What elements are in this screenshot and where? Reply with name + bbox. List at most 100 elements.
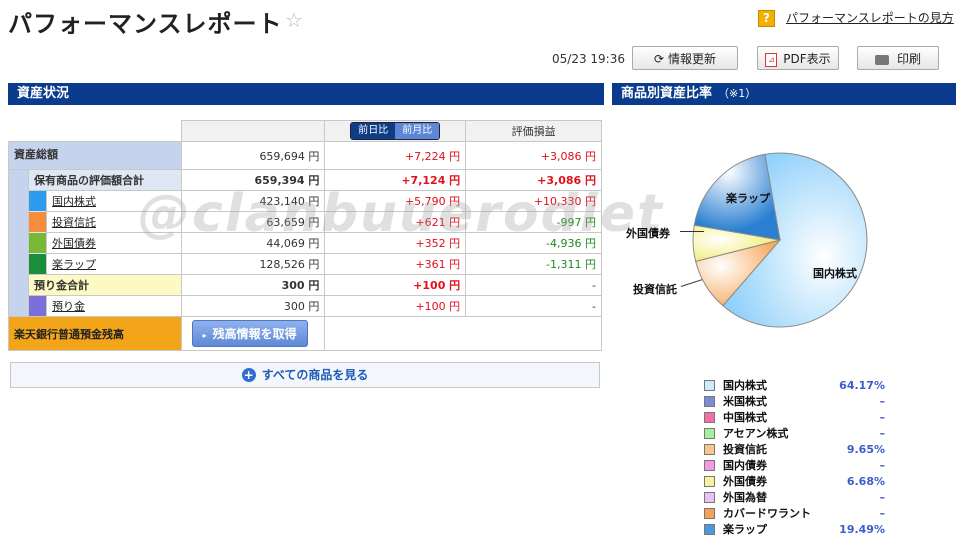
deposit-total-value: 300 円 bbox=[180, 274, 326, 296]
pie-label: 国内株式 bbox=[813, 267, 857, 280]
legend-swatch bbox=[704, 395, 715, 407]
legend-item: 投資信託 9.65% bbox=[704, 441, 885, 457]
legend-swatch bbox=[704, 507, 715, 519]
legend-item: 楽ラップ 19.49% bbox=[704, 521, 885, 537]
pdf-button[interactable]: ⊿ PDF表示 bbox=[757, 46, 839, 70]
change-tabs: 前日比 前月比 bbox=[324, 120, 467, 142]
color-swatch bbox=[28, 296, 46, 316]
legend-name: カバードワラント bbox=[723, 507, 811, 520]
plus-icon: + bbox=[241, 368, 256, 382]
legend-value: – bbox=[879, 394, 886, 408]
legend-value: – bbox=[879, 490, 886, 504]
asset-status-header: 資産状況 bbox=[8, 83, 604, 105]
legend-item: 米国株式 – bbox=[704, 393, 885, 409]
legend-item: アセアン株式 – bbox=[704, 425, 885, 441]
table-row-total: 資産総額 659,694 円 +7,224 円 +3,086 円 bbox=[8, 141, 602, 170]
help-link[interactable]: パフォーマンスレポートの見方 bbox=[786, 9, 954, 26]
pdf-label: PDF表示 bbox=[783, 52, 831, 66]
legend-swatch bbox=[704, 427, 715, 439]
deposit-value: 300 円 bbox=[180, 295, 326, 317]
legend-name: アセアン株式 bbox=[723, 427, 789, 440]
deposit-link[interactable]: 預り金 bbox=[52, 300, 85, 313]
legend-value: 64.17% bbox=[839, 378, 885, 392]
legend-item: 中国株式 – bbox=[704, 409, 885, 425]
legend-swatch bbox=[704, 459, 715, 471]
holding-link[interactable]: 外国債券 bbox=[52, 237, 96, 250]
color-swatch bbox=[28, 253, 46, 274]
legend-name: 外国債券 bbox=[723, 475, 767, 488]
holding-value: 128,526 円 bbox=[180, 253, 326, 275]
legend-name: 米国株式 bbox=[723, 395, 767, 408]
legend-item: 外国債券 6.68% bbox=[704, 473, 885, 489]
legend-name: 中国株式 bbox=[723, 411, 767, 424]
tab-month-change[interactable]: 前月比 bbox=[395, 123, 440, 139]
total-change: +7,224 円 bbox=[324, 141, 467, 170]
deposit-gain: - bbox=[465, 295, 602, 317]
legend-item: 国内株式 64.17% bbox=[704, 377, 885, 393]
holding-link[interactable]: 楽ラップ bbox=[52, 258, 96, 271]
refresh-button[interactable]: ⟳ 情報更新 bbox=[632, 46, 738, 70]
total-label: 資産総額 bbox=[8, 141, 182, 170]
refresh-icon: ⟳ bbox=[653, 52, 665, 66]
watermark: @clanbuuerodiet bbox=[138, 184, 664, 244]
color-swatch bbox=[28, 191, 46, 212]
see-all-label: すべての商品を見る bbox=[261, 368, 369, 382]
legend-item: カバードワラント – bbox=[704, 505, 885, 521]
pie-label: 投資信託 bbox=[633, 283, 677, 296]
get-balance-label: 残高情報を取得 bbox=[212, 327, 297, 341]
pdf-icon: ⊿ bbox=[765, 52, 778, 67]
holding-link[interactable]: 国内株式 bbox=[52, 195, 96, 208]
total-value: 659,694 円 bbox=[180, 141, 326, 170]
color-swatch bbox=[28, 233, 46, 253]
legend-swatch bbox=[704, 411, 715, 423]
pie-label: 楽ラップ bbox=[726, 192, 770, 205]
legend-value: – bbox=[879, 458, 886, 472]
legend-value: – bbox=[879, 410, 886, 424]
bank-label: 楽天銀行普通預金残高 bbox=[8, 316, 182, 351]
asset-ratio-note: （※1） bbox=[718, 87, 757, 100]
legend-value: – bbox=[879, 426, 886, 440]
see-all-products-button[interactable]: + すべての商品を見る bbox=[10, 362, 600, 388]
caret-right-icon: ▸ bbox=[202, 331, 207, 340]
legend-value: 19.49% bbox=[839, 522, 885, 536]
holding-gain: -1,311 円 bbox=[465, 253, 602, 275]
deposit-total-change: +100 円 bbox=[324, 274, 467, 296]
value-header bbox=[180, 120, 326, 142]
color-swatch bbox=[28, 212, 46, 232]
legend-name: 外国為替 bbox=[723, 491, 767, 504]
legend-item: 外国為替 – bbox=[704, 489, 885, 505]
legend-swatch bbox=[704, 475, 715, 487]
refresh-label: 情報更新 bbox=[668, 52, 717, 66]
print-button[interactable]: 印刷 bbox=[857, 46, 939, 70]
legend-swatch bbox=[704, 523, 715, 535]
help-icon[interactable]: ? bbox=[758, 10, 775, 27]
table-row-bank: 楽天銀行普通預金残高 ▸ 残高情報を取得 bbox=[8, 316, 602, 351]
timestamp: 05/23 19:36 bbox=[552, 52, 625, 66]
table-row-deposit-total: 預り金合計 300 円 +100 円 - bbox=[8, 274, 602, 296]
tab-day-change[interactable]: 前日比 bbox=[351, 123, 396, 139]
holding-change: +361 円 bbox=[324, 253, 467, 275]
legend-item: 国内債券 – bbox=[704, 457, 885, 473]
total-gain: +3,086 円 bbox=[465, 141, 602, 170]
table-row: 楽ラップ 128,526 円 +361 円 -1,311 円 bbox=[8, 253, 602, 275]
deposit-total-gain: - bbox=[465, 274, 602, 296]
gain-header: 評価損益 bbox=[465, 120, 602, 142]
legend-name: 国内株式 bbox=[723, 379, 767, 392]
deposit-change: +100 円 bbox=[324, 295, 467, 317]
table-row: 預り金 300 円 +100 円 - bbox=[8, 295, 602, 317]
legend-swatch bbox=[704, 443, 715, 455]
print-label: 印刷 bbox=[896, 52, 921, 66]
legend-swatch bbox=[704, 379, 715, 391]
legend-swatch bbox=[704, 491, 715, 503]
printer-icon bbox=[874, 54, 889, 65]
get-balance-button[interactable]: ▸ 残高情報を取得 bbox=[191, 320, 308, 347]
table-header-row: 前日比 前月比 評価損益 bbox=[8, 120, 602, 142]
holding-link[interactable]: 投資信託 bbox=[52, 216, 96, 229]
legend-name: 国内債券 bbox=[723, 459, 767, 472]
legend-value: – bbox=[879, 506, 886, 520]
legend-name: 投資信託 bbox=[723, 443, 767, 456]
asset-ratio-header: 商品別資産比率 （※1） bbox=[612, 83, 956, 105]
favorite-star-icon[interactable]: ☆ bbox=[285, 8, 303, 32]
asset-pie-chart bbox=[692, 152, 868, 328]
deposit-total-label: 預り金合計 bbox=[27, 274, 182, 296]
